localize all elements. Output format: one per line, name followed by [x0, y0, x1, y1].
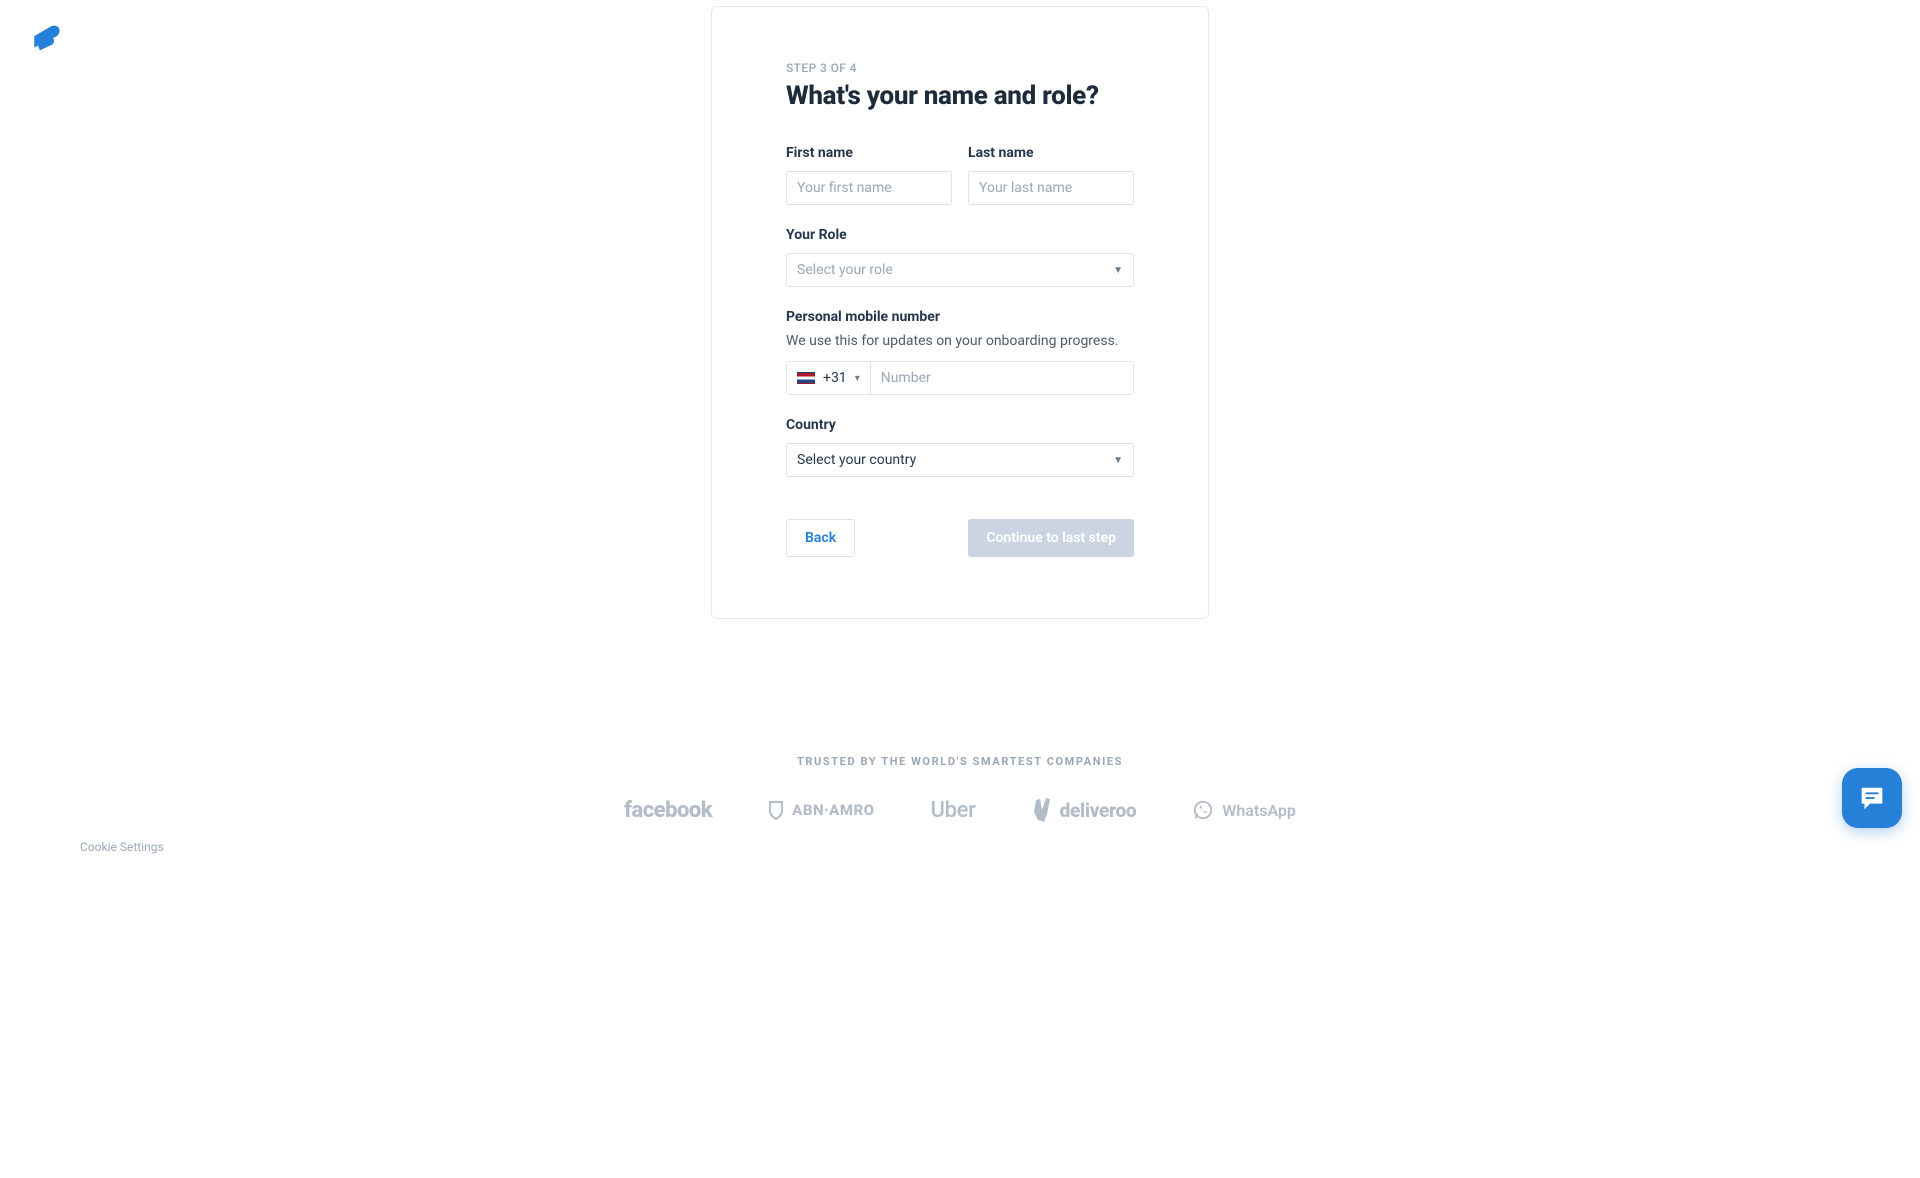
onboarding-card: STEP 3 OF 4 What's your name and role? F…	[711, 6, 1209, 619]
last-name-field-group: Last name	[968, 145, 1134, 205]
phone-number-input[interactable]	[871, 362, 1133, 394]
netherlands-flag-icon	[797, 372, 815, 384]
back-button[interactable]: Back	[786, 519, 855, 557]
last-name-label: Last name	[968, 145, 1134, 161]
form-actions: Back Continue to last step	[786, 519, 1134, 557]
chevron-down-icon: ▼	[1113, 265, 1123, 276]
role-label: Your Role	[786, 227, 1134, 243]
whatsapp-icon	[1192, 799, 1214, 821]
role-field-group: Your Role Select your role ▼	[786, 227, 1134, 287]
whatsapp-wordmark: WhatsApp	[1222, 801, 1296, 820]
page-title: What's your name and role?	[786, 81, 1134, 111]
continue-button[interactable]: Continue to last step	[968, 519, 1134, 557]
deliveroo-wordmark: deliveroo	[1060, 799, 1137, 822]
shield-icon	[768, 800, 784, 820]
phone-help-text: We use this for updates on your onboardi…	[786, 333, 1134, 349]
chat-widget-button[interactable]	[1842, 768, 1902, 828]
cookie-settings-link[interactable]: Cookie Settings	[80, 840, 164, 854]
deliveroo-icon	[1032, 798, 1052, 822]
country-field-group: Country Select your country ▼	[786, 417, 1134, 477]
abn-amro-logo: ABN·AMRO	[768, 798, 874, 822]
phone-field-group: Personal mobile number We use this for u…	[786, 309, 1134, 395]
chevron-down-icon: ▾	[855, 373, 860, 384]
chevron-down-icon: ▼	[1113, 455, 1123, 466]
country-label: Country	[786, 417, 1134, 433]
whatsapp-logo: WhatsApp	[1192, 798, 1296, 822]
facebook-wordmark: facebook	[624, 798, 712, 823]
partner-logos-row: facebook ABN·AMRO Uber deliveroo WhatsAp…	[0, 798, 1920, 822]
facebook-logo: facebook	[624, 798, 712, 822]
phone-input-wrap: +31 ▾	[786, 361, 1134, 395]
phone-label: Personal mobile number	[786, 309, 1134, 325]
app-logo[interactable]	[30, 22, 64, 56]
abn-amro-wordmark: ABN·AMRO	[792, 801, 874, 819]
chat-icon	[1857, 783, 1887, 813]
first-name-label: First name	[786, 145, 952, 161]
step-indicator: STEP 3 OF 4	[786, 61, 1134, 75]
trusted-by-label: TRUSTED BY THE WORLD'S SMARTEST COMPANIE…	[0, 755, 1920, 768]
first-name-field-group: First name	[786, 145, 952, 205]
phone-country-code-select[interactable]: +31 ▾	[787, 362, 871, 394]
last-name-input[interactable]	[968, 171, 1134, 205]
uber-wordmark: Uber	[931, 798, 976, 823]
trusted-by-section: TRUSTED BY THE WORLD'S SMARTEST COMPANIE…	[0, 755, 1920, 822]
country-select[interactable]: Select your country ▼	[786, 443, 1134, 477]
role-select[interactable]: Select your role ▼	[786, 253, 1134, 287]
uber-logo: Uber	[931, 798, 976, 822]
role-select-placeholder: Select your role	[797, 262, 893, 278]
first-name-input[interactable]	[786, 171, 952, 205]
country-select-placeholder: Select your country	[797, 452, 916, 468]
deliveroo-logo: deliveroo	[1032, 798, 1137, 822]
phone-country-code-value: +31	[823, 370, 847, 386]
